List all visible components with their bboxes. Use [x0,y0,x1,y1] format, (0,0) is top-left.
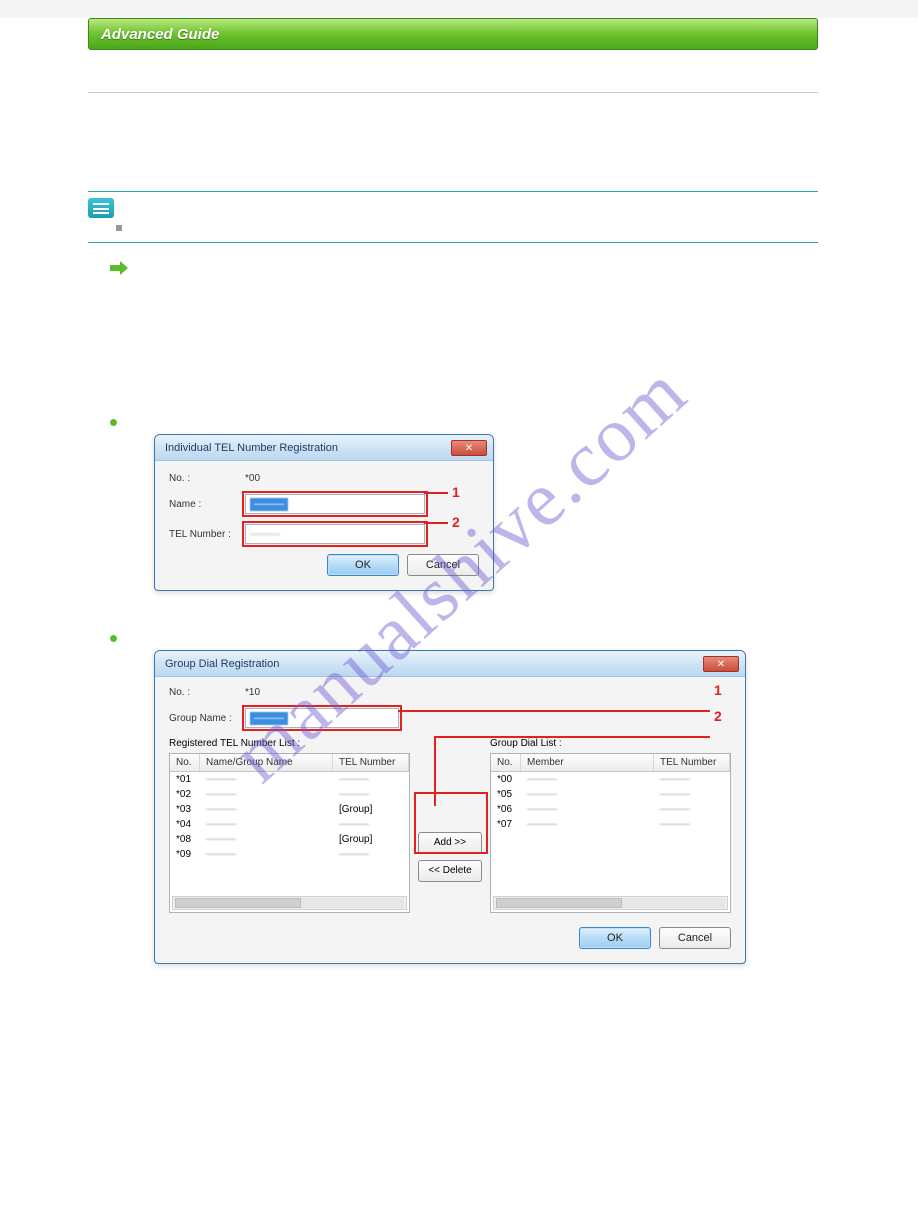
note-callout [88,191,818,243]
divider [88,92,818,93]
cell-no: *04 [170,818,200,831]
name-input[interactable]: ——— [245,494,425,514]
group-dial-list[interactable]: No. Member TEL Number *00——————*05——————… [490,753,731,913]
note-icon [88,198,114,218]
callout-line-2b [434,736,436,806]
cell-tel: [Group] [333,803,409,816]
cell-tel: ——— [654,803,730,816]
table-row[interactable]: *07—————— [491,817,730,832]
tel-input[interactable]: ——— [245,524,425,544]
table-row[interactable]: *05—————— [491,787,730,802]
cell-name: ——— [200,833,333,846]
group-dial-list-label: Group Dial List : [490,738,731,749]
col-tel: TEL Number [654,754,730,771]
bullet-square [116,225,122,231]
cell-no: *06 [491,803,521,816]
col-name: Name/Group Name [200,754,333,771]
cell-no: *07 [491,818,521,831]
table-row[interactable]: *01—————— [170,772,409,787]
cell-member: ——— [521,788,654,801]
body-paragraph-3 [110,373,818,403]
group-name-input[interactable]: ——— [245,708,399,728]
dialog-title: Individual TEL Number Registration [165,442,451,454]
dialog-titlebar: Individual TEL Number Registration [155,435,493,461]
cell-member: ——— [521,773,654,786]
body-paragraph-2 [110,333,818,373]
callout-1-group: 1 [714,682,722,698]
guide-header: Advanced Guide [88,18,818,50]
cell-no: *00 [491,773,521,786]
dialog-titlebar: Group Dial Registration [155,651,745,677]
registered-list-label: Registered TEL Number List : [169,738,410,749]
cell-tel: ——— [333,848,409,861]
action-step [110,261,818,275]
guide-title: Advanced Guide [101,26,219,43]
cell-no: *09 [170,848,200,861]
no-value: *00 [245,473,260,484]
cell-tel: ——— [654,788,730,801]
name-label: Name : [169,499,245,510]
cell-no: *05 [491,788,521,801]
no-label: No. : [169,473,245,484]
col-tel: TEL Number [333,754,409,771]
cell-name: ——— [200,803,333,816]
registered-tel-list[interactable]: No. Name/Group Name TEL Number *01——————… [169,753,410,913]
cell-tel: ——— [333,788,409,801]
cell-no: *01 [170,773,200,786]
cancel-button[interactable]: Cancel [659,927,731,949]
table-row[interactable]: *06—————— [491,802,730,817]
no-value: *10 [245,687,260,698]
cell-tel: ——— [654,773,730,786]
cell-tel: ——— [333,773,409,786]
table-row[interactable]: *09—————— [170,847,409,862]
bullet-icon [110,419,117,426]
cell-member: ——— [521,818,654,831]
group-dial-dialog: Group Dial Registration No. : *10 Group … [154,650,746,964]
callout-line-1 [424,492,448,494]
callout-line-2a [434,736,710,738]
col-member: Member [521,754,654,771]
tel-label: TEL Number : [169,529,245,540]
cell-no: *02 [170,788,200,801]
col-no: No. [491,754,521,771]
cell-no: *08 [170,833,200,846]
dialog-title: Group Dial Registration [165,658,703,670]
cell-name: ——— [200,773,333,786]
body-paragraph-1 [110,293,818,333]
table-row[interactable]: *04—————— [170,817,409,832]
bullet-icon [110,635,117,642]
table-row[interactable]: *00—————— [491,772,730,787]
close-icon[interactable] [451,440,487,456]
cell-member: ——— [521,803,654,816]
delete-button[interactable]: << Delete [418,860,482,882]
col-no: No. [170,754,200,771]
callout-line-2 [424,522,448,524]
table-row[interactable]: *03———[Group] [170,802,409,817]
cell-no: *03 [170,803,200,816]
individual-tel-dialog: Individual TEL Number Registration No. :… [154,434,494,591]
cell-name: ——— [200,788,333,801]
buttons-outline [416,794,486,852]
ok-button[interactable]: OK [579,927,651,949]
cell-name: ——— [200,848,333,861]
cell-name: ——— [200,818,333,831]
ok-button[interactable]: OK [327,554,399,576]
cancel-button[interactable]: Cancel [407,554,479,576]
table-row[interactable]: *02—————— [170,787,409,802]
callout-1: 1 [452,484,460,500]
scrollbar[interactable] [172,896,407,910]
no-label: No. : [169,687,245,698]
close-icon[interactable] [703,656,739,672]
cell-tel: [Group] [333,833,409,846]
callout-2-group: 2 [714,708,722,724]
callout-2: 2 [452,514,460,530]
callout-line-1 [398,710,710,712]
table-row[interactable]: *08———[Group] [170,832,409,847]
cell-tel: ——— [654,818,730,831]
scrollbar[interactable] [493,896,728,910]
group-name-label: Group Name : [169,713,245,724]
arrow-icon [110,261,128,275]
cell-tel: ——— [333,818,409,831]
